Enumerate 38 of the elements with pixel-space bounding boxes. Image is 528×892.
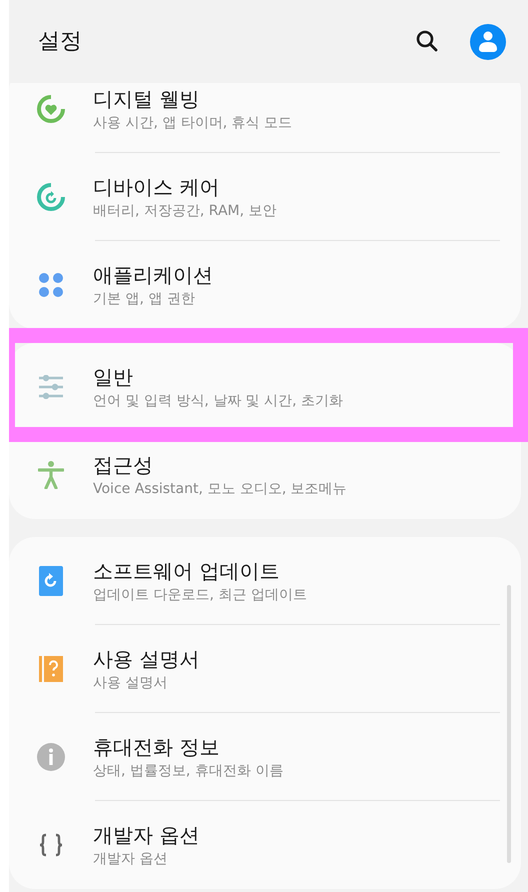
item-subtitle: 업데이트 다운로드, 최근 업데이트 bbox=[93, 586, 307, 605]
settings-item[interactable]: 개발자 옵션 개발자 옵션 bbox=[9, 801, 521, 889]
item-title: 사용 설명서 bbox=[93, 646, 200, 673]
settings-item[interactable]: 소프트웨어 업데이트 업데이트 다운로드, 최근 업데이트 bbox=[9, 537, 521, 625]
settings-item[interactable]: 애플리케이션 기본 앱, 앱 권한 bbox=[9, 241, 521, 329]
refresh-circle-icon bbox=[36, 182, 66, 212]
item-title: 일반 bbox=[93, 364, 134, 391]
item-subtitle: 기본 앱, 앱 권한 bbox=[93, 290, 196, 309]
item-title: 소프트웨어 업데이트 bbox=[93, 558, 280, 585]
item-subtitle: 사용 설명서 bbox=[93, 674, 168, 693]
item-subtitle: 배터리, 저장공간, RAM, 보안 bbox=[93, 202, 277, 221]
curly-braces-icon bbox=[39, 833, 63, 857]
screen-title: 설정 bbox=[38, 28, 82, 56]
four-dots-icon bbox=[37, 271, 65, 299]
item-title: 접근성 bbox=[93, 452, 154, 479]
sliders-icon bbox=[38, 375, 64, 399]
item-subtitle: Voice Assistant, 모노 오디오, 보조메뉴 bbox=[93, 480, 347, 499]
item-subtitle: 개발자 옵션 bbox=[93, 850, 168, 869]
item-subtitle: 언어 및 입력 방식, 날짜 및 시간, 초기화 bbox=[93, 392, 344, 411]
item-title: 디지털 웰빙 bbox=[93, 86, 200, 113]
item-title: 휴대전화 정보 bbox=[93, 734, 220, 761]
settings-item[interactable]: 휴대전화 정보 상태, 법률정보, 휴대전화 이름 bbox=[9, 713, 521, 801]
item-title: 애플리케이션 bbox=[93, 262, 213, 289]
search-icon[interactable] bbox=[416, 30, 438, 52]
settings-item[interactable]: 디지털 웰빙 사용 시간, 앱 타이머, 휴식 모드 bbox=[9, 83, 521, 153]
settings-item[interactable]: 일반 언어 및 입력 방식, 날짜 및 시간, 초기화 bbox=[9, 343, 521, 431]
wellbeing-heart-icon bbox=[36, 94, 66, 124]
item-subtitle: 사용 시간, 앱 타이머, 휴식 모드 bbox=[93, 114, 292, 133]
accessibility-figure-icon bbox=[38, 461, 64, 489]
settings-item[interactable]: 디바이스 케어 배터리, 저장공간, RAM, 보안 bbox=[9, 153, 521, 241]
settings-item[interactable]: 사용 설명서 사용 설명서 bbox=[9, 625, 521, 713]
item-title: 개발자 옵션 bbox=[93, 822, 200, 849]
item-subtitle: 상태, 법률정보, 휴대전화 이름 bbox=[93, 762, 284, 781]
info-icon bbox=[37, 743, 65, 771]
item-title: 디바이스 케어 bbox=[93, 174, 220, 201]
settings-item[interactable]: 접근성 Voice Assistant, 모노 오디오, 보조메뉴 bbox=[9, 431, 521, 519]
profile-avatar-icon[interactable] bbox=[470, 24, 506, 60]
help-book-icon bbox=[39, 656, 63, 682]
